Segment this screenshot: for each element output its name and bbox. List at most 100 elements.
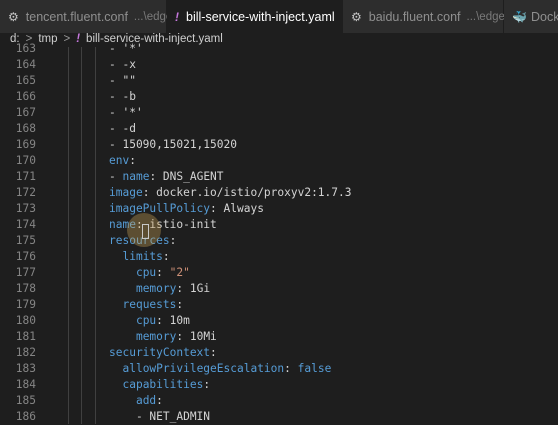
code-token: : [176,298,184,311]
line-number: 182 [15,346,36,359]
line-number: 185 [15,394,36,407]
code-token: name [122,170,150,183]
code-line[interactable]: 171 - name: DNS_AGENT [0,169,558,185]
code-line[interactable]: 183 allowPrivilegeEscalation: false [0,361,558,377]
gear-icon: ⚙ [8,9,19,24]
tab-description: ...\edge [466,10,505,23]
code-line[interactable]: 164 - -x [0,57,558,73]
code-line[interactable]: 182 securityContext: [0,345,558,361]
line-number: 164 [15,58,36,71]
code-line[interactable]: 181 memory: 10Mi [0,329,558,345]
code-token: : [284,362,298,375]
line-number: 165 [15,74,36,87]
tab-baidu-fluent-conf[interactable]: ⚙ baidu.fluent.conf ...\edge [343,0,505,33]
tab-docker[interactable]: 🐳 Docke [504,0,558,33]
tab-bill-service-with-inject-yaml[interactable]: ! bill-service-with-inject.yaml ✕ [167,0,356,33]
code-token: : [156,266,170,279]
code-token: securityContext [109,346,211,359]
docker-icon: 🐳 [512,9,527,24]
line-number: 184 [15,378,36,391]
code-line[interactable]: 185 add: [0,393,558,409]
code-token: env [109,154,130,167]
code-token: - [109,170,123,183]
code-token: : [129,154,136,167]
code-token: : [169,234,177,247]
code-text: - -x [109,57,136,73]
code-line[interactable]: 169 - 15090,15021,15020 [0,137,558,153]
code-token: "2" [169,266,190,279]
line-number: 173 [15,202,36,215]
code-token: : 10Mi [176,330,217,343]
code-line[interactable]: 172 image: docker.io/istio/proxyv2:1.7.3 [0,185,558,201]
code-token: : docker.io/istio/proxyv2:1.7.3 [142,186,352,199]
code-line[interactable]: 176 limits: [0,249,558,265]
code-token: : Always [210,202,264,215]
code-token: : 1Gi [176,282,211,295]
line-number: 178 [15,282,36,295]
code-text: limits: [109,249,170,265]
line-number: 171 [15,170,36,183]
tab-label: Docke [531,9,558,24]
gear-icon: ⚙ [351,9,362,24]
code-line[interactable]: 163 - '*' [0,41,558,57]
code-text: - -b [109,89,136,105]
code-token: : [210,346,217,359]
code-line[interactable]: 166 - -b [0,89,558,105]
line-number: 167 [15,106,36,119]
code-text: name: istio-init [109,217,217,233]
code-token: cpu [135,266,157,279]
code-line[interactable]: 180 cpu: 10m [0,313,558,329]
code-line[interactable]: 177 cpu: "2" [0,265,558,281]
code-token: image [109,186,143,199]
code-token: imagePullPolicy [109,202,211,215]
line-number: 179 [15,298,36,311]
line-number: 177 [15,266,36,279]
code-line[interactable]: 167 - '*' [0,105,558,121]
code-token: - '*' [109,106,143,119]
text-cursor [142,224,149,239]
code-text: requests: [109,297,183,313]
code-line[interactable]: 165 - "" [0,73,558,89]
line-number: 166 [15,90,36,103]
code-line[interactable]: 186 - NET_ADMIN [0,409,558,425]
code-token: : [162,250,170,263]
code-line[interactable]: 175 resources: [0,233,558,249]
line-number: 172 [15,186,36,199]
code-text: imagePullPolicy: Always [109,201,264,217]
code-token: : [156,394,163,407]
code-text: add: [109,393,163,409]
tab-label: bill-service-with-inject.yaml [186,9,335,24]
code-token: : [203,378,211,391]
tab-bar: ⚙ tencent.fluent.conf ...\edge ! bill-se… [0,0,558,33]
tab-tencent-fluent-conf[interactable]: ⚙ tencent.fluent.conf ...\edge [0,0,172,33]
code-line[interactable]: 178 memory: 1Gi [0,281,558,297]
line-number: 170 [15,154,36,167]
code-line[interactable]: 174 name: istio-init [0,217,558,233]
code-line[interactable]: 184 capabilities: [0,377,558,393]
code-token: allowPrivilegeEscalation [122,362,285,375]
line-number: 175 [15,234,36,247]
tab-label: baidu.fluent.conf [368,9,461,24]
code-text: - NET_ADMIN [109,409,210,425]
line-number: 169 [15,138,36,151]
line-number: 186 [15,410,36,423]
code-editor[interactable]: 163 - '*' 164 - -x 165 - "" 166 - -b 167 - '*' 168… [0,42,558,425]
code-token: - NET_ADMIN [109,410,211,423]
code-line[interactable]: 173 imagePullPolicy: Always [0,201,558,217]
code-token: : 10m [156,314,190,327]
code-line[interactable]: 170 env: [0,153,558,169]
code-text: - 15090,15021,15020 [109,137,237,153]
tab-label: tencent.fluent.conf [25,9,128,24]
code-token: requests [122,298,177,311]
code-text: memory: 1Gi [109,281,210,297]
line-number: 168 [15,122,36,135]
code-line[interactable]: 179 requests: [0,297,558,313]
code-token: - '*' [109,42,143,55]
code-text: image: docker.io/istio/proxyv2:1.7.3 [109,185,352,201]
code-line[interactable]: 168 - -d [0,121,558,137]
